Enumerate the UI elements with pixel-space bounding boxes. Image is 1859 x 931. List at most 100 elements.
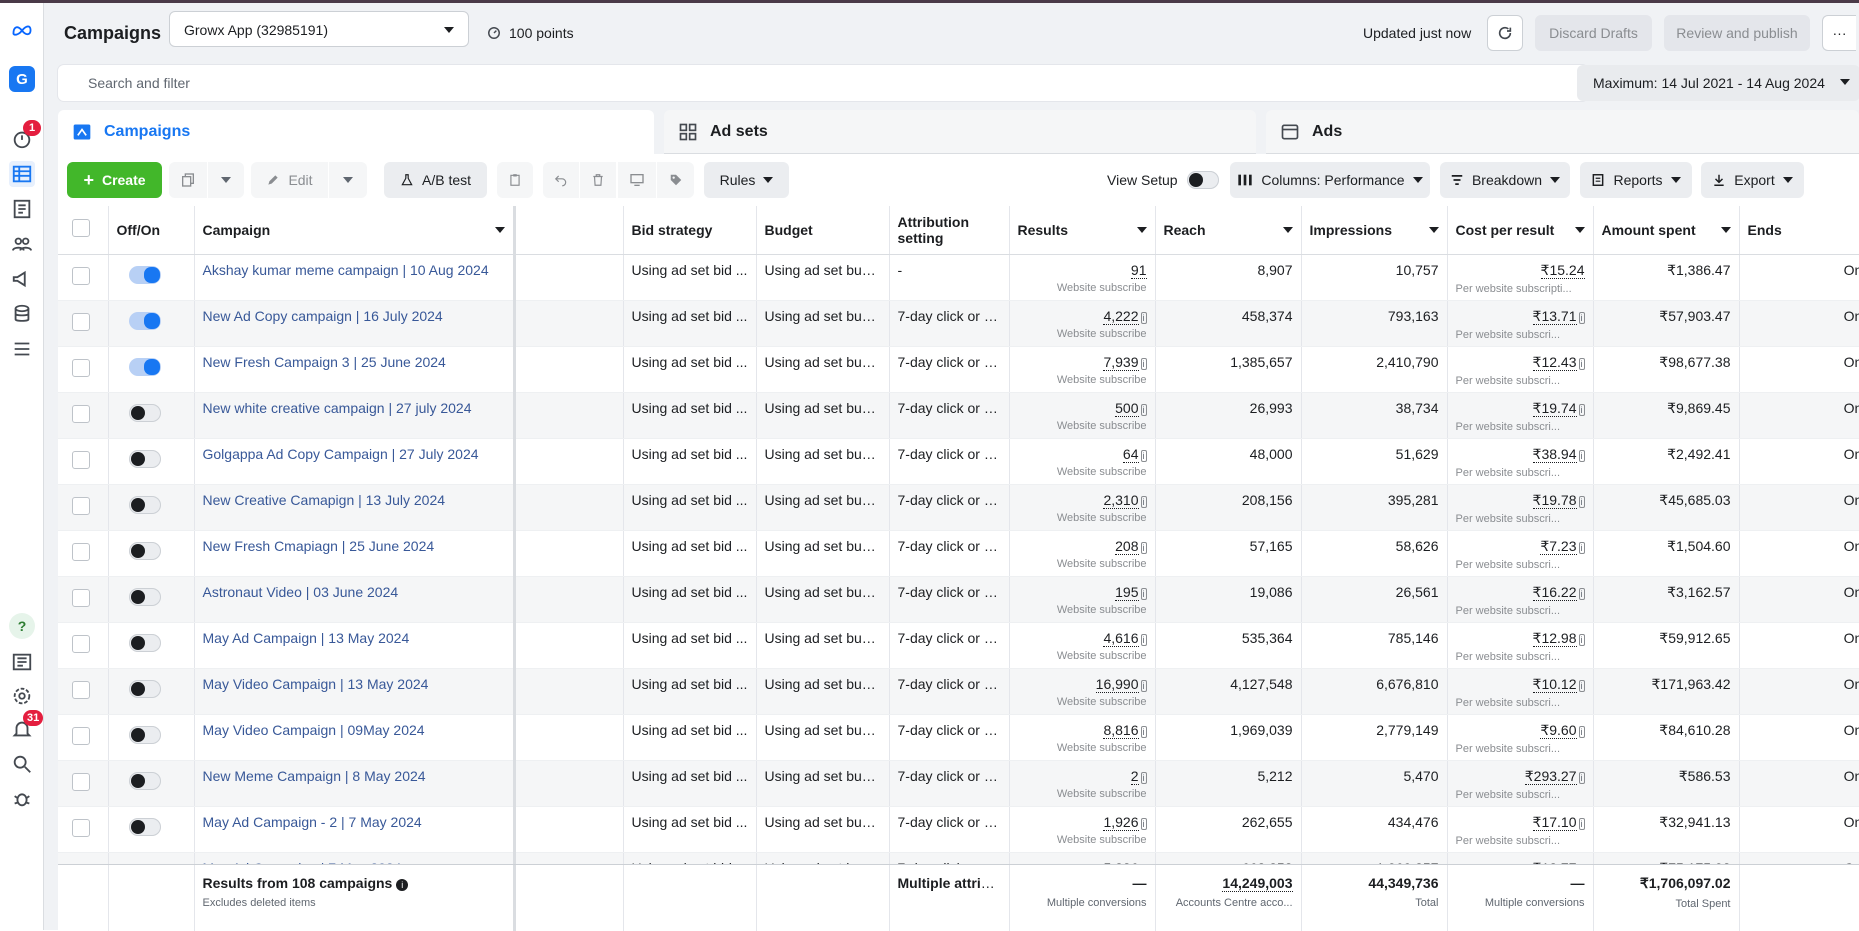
campaign-toggle[interactable] <box>128 265 161 284</box>
row-checkbox[interactable] <box>72 496 90 515</box>
refresh-button[interactable] <box>1487 15 1523 51</box>
news-icon[interactable] <box>9 649 35 675</box>
megaphone-icon[interactable] <box>9 266 35 292</box>
undo-button[interactable] <box>543 162 579 198</box>
row-checkbox[interactable] <box>72 818 90 837</box>
cpr-value[interactable]: ₹17.10 <box>1532 813 1577 831</box>
header-campaign[interactable]: Campaign <box>194 206 516 255</box>
tag-button[interactable] <box>657 162 694 198</box>
row-checkbox[interactable] <box>72 680 90 699</box>
row-checkbox[interactable] <box>72 634 90 653</box>
campaign-name-link[interactable]: New Ad Copy campaign | 16 July 2024 <box>203 308 443 324</box>
cpr-value[interactable]: ₹19.74 <box>1532 399 1577 417</box>
results-value[interactable]: 16,990 <box>1095 675 1139 693</box>
clipboard-button[interactable] <box>497 162 533 198</box>
campaign-toggle[interactable] <box>128 725 161 744</box>
campaign-name-link[interactable]: May Ad Campaign - 2 | 7 May 2024 <box>203 814 422 830</box>
header-amount-spent[interactable]: Amount spent <box>1593 206 1740 255</box>
view-setup-toggle[interactable]: View Setup <box>1107 162 1219 198</box>
results-value[interactable]: 2,310 <box>1103 491 1139 509</box>
campaign-toggle[interactable] <box>128 403 161 422</box>
results-value[interactable]: 208 <box>1115 537 1139 555</box>
help-icon[interactable]: ? <box>9 613 35 639</box>
cpr-value[interactable]: ₹7.23 <box>1540 537 1577 555</box>
cpr-value[interactable]: ₹9.60 <box>1540 721 1577 739</box>
notifications-icon[interactable]: 1 <box>9 120 41 152</box>
delete-button[interactable] <box>580 162 616 198</box>
results-value[interactable]: 4,222 <box>1103 307 1139 325</box>
campaign-toggle[interactable] <box>128 771 161 790</box>
campaign-toggle[interactable] <box>128 541 161 560</box>
campaign-toggle[interactable] <box>128 633 161 652</box>
campaign-toggle[interactable] <box>128 449 161 468</box>
campaign-toggle[interactable] <box>128 587 161 606</box>
header-ends[interactable]: Ends <box>1739 206 1859 255</box>
campaigns-table-icon[interactable] <box>9 161 35 187</box>
campaign-name-link[interactable]: New white creative campaign | 27 july 20… <box>203 400 472 416</box>
header-budget[interactable]: Budget <box>756 206 890 255</box>
alerts-bell-icon[interactable]: 31 <box>9 710 44 742</box>
results-value[interactable]: 91 <box>1130 261 1147 279</box>
table-row[interactable]: New Fresh Campaign 3 | 25 June 2024 Usin… <box>58 346 1859 393</box>
table-row[interactable]: Astronaut Video | 03 June 2024 Using ad … <box>58 576 1859 623</box>
results-value[interactable]: 1,926 <box>1103 813 1139 831</box>
row-checkbox[interactable] <box>72 772 90 791</box>
results-value[interactable]: 7,939 <box>1103 353 1139 371</box>
edit-button[interactable]: Edit <box>251 162 328 198</box>
row-checkbox[interactable] <box>72 588 90 607</box>
row-checkbox[interactable] <box>72 542 90 561</box>
bug-report-icon[interactable] <box>9 785 35 811</box>
campaign-toggle[interactable] <box>128 679 161 698</box>
cpr-value[interactable]: ₹38.94 <box>1532 445 1577 463</box>
row-checkbox[interactable] <box>72 404 90 423</box>
menu-icon[interactable] <box>9 336 35 362</box>
campaign-name-link[interactable]: New Meme Campaign | 8 May 2024 <box>203 768 426 784</box>
tab-ads[interactable]: Ads <box>1266 110 1859 154</box>
campaign-toggle[interactable] <box>128 357 161 376</box>
review-publish-button[interactable]: Review and publish <box>1664 15 1810 51</box>
table-row[interactable]: New Ad Copy campaign | 16 July 2024 Usin… <box>58 300 1859 347</box>
search-filter-input[interactable]: Search and filter <box>58 65 1588 101</box>
results-value[interactable]: 195 <box>1115 583 1139 601</box>
discard-drafts-button[interactable]: Discard Drafts <box>1535 15 1652 51</box>
breakdown-dropdown[interactable]: Breakdown <box>1440 162 1570 198</box>
preview-button[interactable] <box>618 162 656 198</box>
campaign-name-link[interactable]: May Ad Campaign | 13 May 2024 <box>203 630 410 646</box>
campaign-name-link[interactable]: May Video Campaign | 13 May 2024 <box>203 676 429 692</box>
results-value[interactable]: 64 <box>1122 445 1139 463</box>
campaign-toggle[interactable] <box>128 311 161 330</box>
row-checkbox[interactable] <box>72 358 90 377</box>
cpr-value[interactable]: ₹19.78 <box>1532 491 1577 509</box>
header-attribution[interactable]: Attribution setting <box>889 206 1010 255</box>
campaign-name-link[interactable]: New Creative Camapign | 13 July 2024 <box>203 492 446 508</box>
campaign-name-link[interactable]: Astronaut Video | 03 June 2024 <box>203 584 399 600</box>
ab-test-button[interactable]: A/B test <box>384 162 487 198</box>
table-row[interactable]: New Creative Camapign | 13 July 2024 Usi… <box>58 484 1859 531</box>
columns-dropdown[interactable]: Columns: Performance <box>1230 162 1430 198</box>
cpr-value[interactable]: ₹13.71 <box>1532 307 1577 325</box>
table-row[interactable]: May Ad Campaign - 2 | 7 May 2024 Using a… <box>58 806 1859 853</box>
duplicate-dropdown[interactable] <box>208 162 244 198</box>
table-row[interactable]: May Video Campaign | 09May 2024 Using ad… <box>58 714 1859 761</box>
select-all-checkbox[interactable] <box>72 219 90 238</box>
rules-dropdown[interactable]: Rules <box>704 162 789 198</box>
pages-icon[interactable] <box>9 196 35 222</box>
tab-ad-sets[interactable]: Ad sets <box>664 110 1256 154</box>
view-setup-switch[interactable] <box>1187 171 1219 189</box>
header-results[interactable]: Results <box>1009 206 1156 255</box>
cpr-value[interactable]: ₹10.12 <box>1532 675 1577 693</box>
table-row[interactable]: Akshay kumar meme campaign | 10 Aug 2024… <box>58 254 1859 301</box>
results-value[interactable]: 500 <box>1115 399 1139 417</box>
header-reach[interactable]: Reach <box>1155 206 1302 255</box>
edit-dropdown[interactable] <box>329 162 367 198</box>
row-checkbox[interactable] <box>72 726 90 745</box>
table-row[interactable]: New Meme Campaign | 8 May 2024 Using ad … <box>58 760 1859 807</box>
audiences-icon[interactable] <box>9 231 35 257</box>
more-options-button[interactable]: ··· <box>1822 15 1856 51</box>
table-row[interactable]: May Ad Campaign | 13 May 2024 Using ad s… <box>58 622 1859 669</box>
cpr-value[interactable]: ₹12.98 <box>1532 629 1577 647</box>
header-impressions[interactable]: Impressions <box>1301 206 1448 255</box>
create-button[interactable]: + Create <box>67 162 162 198</box>
cpr-value[interactable]: ₹293.27 <box>1524 767 1577 785</box>
duplicate-button[interactable] <box>169 162 207 198</box>
